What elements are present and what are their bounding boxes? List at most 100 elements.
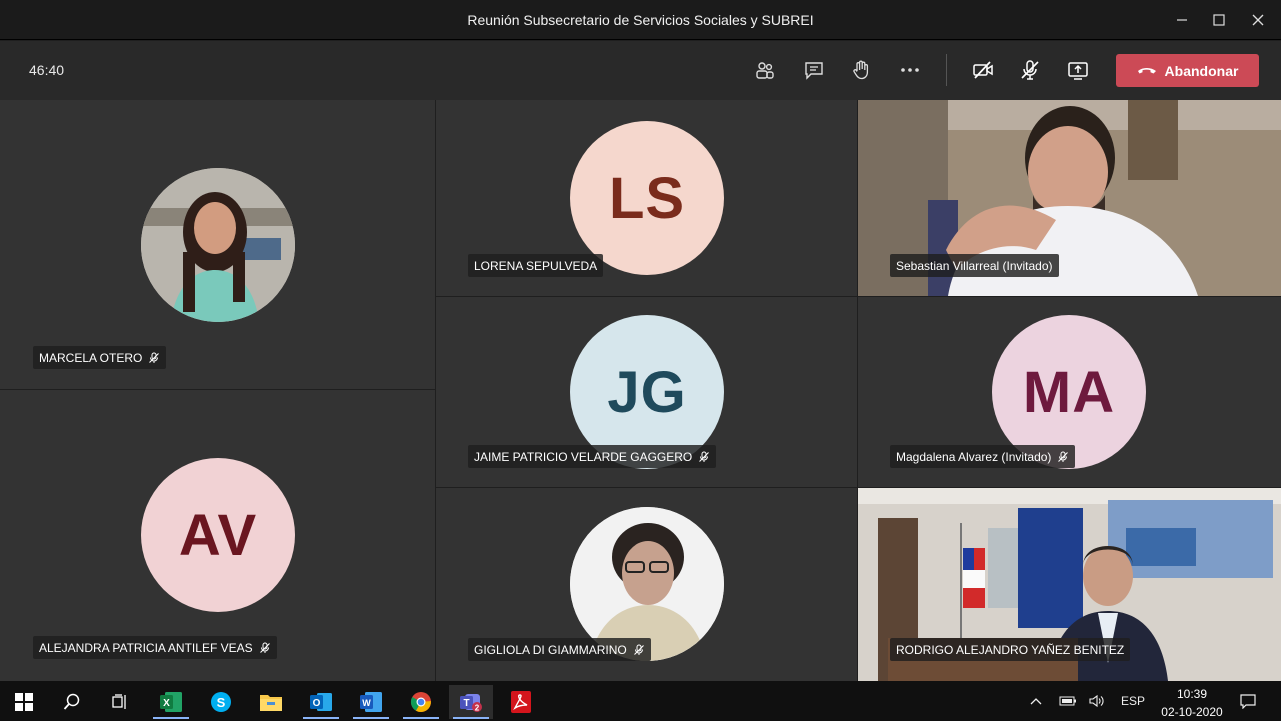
participant-nametag: Sebastian Villarreal (Invitado) [890, 254, 1059, 277]
chat-button[interactable] [798, 54, 830, 86]
participant-nametag: Magdalena Alvarez (Invitado) [890, 445, 1076, 468]
svg-text:S: S [217, 695, 226, 710]
battery-icon [1059, 696, 1076, 706]
taskbar-skype[interactable]: S [199, 685, 243, 719]
svg-text:X: X [163, 698, 170, 709]
participant-nametag: MARCELA OTERO [33, 346, 167, 369]
participant-tile[interactable]: GIGLIOLA DI GIAMMARINO [436, 488, 857, 681]
toolbar-divider [946, 54, 947, 86]
participant-name: GIGLIOLA DI GIAMMARINO [474, 642, 627, 657]
video-stage: MARCELA OTERO LS LORENA SEPULVEDA Sebast… [0, 100, 1281, 681]
system-clock[interactable]: 10:39 02-10-2020 [1160, 685, 1224, 721]
search-icon [63, 693, 80, 710]
action-center-icon [1240, 694, 1256, 709]
participant-tile[interactable]: LS LORENA SEPULVEDA [436, 100, 857, 296]
task-view-icon [112, 694, 126, 709]
more-icon [901, 68, 919, 72]
title-bar: Reunión Subsecretario de Servicios Socia… [0, 0, 1281, 40]
taskbar-file-explorer[interactable] [249, 685, 293, 719]
camera-off-icon [973, 61, 993, 79]
folder-icon [260, 695, 282, 711]
more-actions-button[interactable] [894, 54, 926, 86]
participant-video-tile[interactable]: RODRIGO ALEJANDRO YAÑEZ BENITEZ [858, 488, 1281, 681]
initials-avatar: AV [141, 458, 295, 612]
start-button[interactable] [2, 685, 46, 719]
taskbar-word[interactable]: W [349, 685, 393, 719]
taskbar-chrome[interactable] [399, 685, 443, 719]
taskbar-outlook[interactable]: O [299, 685, 343, 719]
participant-name: RODRIGO ALEJANDRO YAÑEZ BENITEZ [896, 642, 1125, 657]
word-icon: W [360, 692, 382, 712]
language-indicator[interactable]: ESP [1116, 681, 1150, 721]
camera-toggle-button[interactable] [967, 54, 999, 86]
share-tray-icon [1068, 62, 1088, 80]
participant-nametag: JAIME PATRICIO VELARDE GAGGERO [468, 445, 717, 468]
participant-name: LORENA SEPULVEDA [474, 258, 598, 273]
svg-text:T: T [463, 698, 469, 709]
show-hidden-icons-button[interactable] [1025, 681, 1047, 721]
muted-mic-icon [633, 644, 644, 655]
mic-off-icon [1021, 60, 1039, 80]
chat-icon [805, 62, 823, 80]
participant-name: Magdalena Alvarez (Invitado) [896, 449, 1052, 464]
minimize-icon [1177, 19, 1187, 21]
outlook-icon: O [310, 693, 332, 711]
maximize-icon [1213, 14, 1225, 26]
muted-mic-icon [259, 642, 270, 653]
participants-icon [756, 62, 774, 79]
battery-status[interactable] [1057, 681, 1079, 721]
mic-toggle-button[interactable] [1014, 54, 1046, 86]
svg-text:O: O [313, 698, 321, 709]
teams-icon: T2 [460, 694, 482, 713]
participant-tile[interactable]: JG JAIME PATRICIO VELARDE GAGGERO [436, 297, 857, 487]
person-silhouette [141, 168, 295, 322]
participant-name: Sebastian Villarreal (Invitado) [896, 258, 1053, 273]
notifications-button[interactable] [1234, 681, 1262, 721]
chevron-up-icon [1030, 698, 1042, 705]
participant-tile[interactable]: MA Magdalena Alvarez (Invitado) [858, 297, 1281, 487]
participant-tile[interactable]: MARCELA OTERO [0, 100, 435, 389]
clock-time: 10:39 [1176, 687, 1208, 701]
taskbar-excel[interactable]: X [149, 685, 193, 719]
task-view-button[interactable] [98, 685, 142, 719]
meeting-control-bar: 46:40 Abandonar [0, 41, 1281, 100]
taskbar-teams[interactable]: T2 [449, 685, 493, 719]
teams-notification-badge: 2 [475, 704, 480, 713]
share-screen-button[interactable] [1062, 54, 1094, 86]
raise-hand-button[interactable] [845, 54, 877, 86]
close-button[interactable] [1244, 6, 1272, 34]
participant-name: JAIME PATRICIO VELARDE GAGGERO [474, 449, 693, 464]
excel-icon: X [160, 692, 182, 712]
windows-taskbar: X S O W T2 ESP 10:39 02-10-2020 [0, 681, 1281, 721]
close-icon [1252, 14, 1264, 26]
profile-photo [141, 168, 295, 322]
clock-date: 02-10-2020 [1161, 705, 1223, 719]
svg-text:W: W [362, 698, 371, 708]
participant-name: MARCELA OTERO [39, 350, 143, 365]
muted-mic-icon [1058, 451, 1069, 462]
minimize-button[interactable] [1168, 6, 1196, 34]
participant-name: ALEJANDRA PATRICIA ANTILEF VEAS [39, 640, 253, 655]
participants-button[interactable] [749, 54, 781, 86]
acrobat-icon [511, 691, 531, 713]
windows-logo-icon [15, 693, 33, 711]
meeting-timer: 46:40 [29, 62, 65, 78]
skype-icon: S [211, 692, 231, 712]
volume-button[interactable] [1086, 681, 1108, 721]
leave-label: Abandonar [1164, 62, 1239, 79]
participant-video-tile[interactable]: Sebastian Villarreal (Invitado) [858, 100, 1281, 296]
participant-nametag: ALEJANDRA PATRICIA ANTILEF VEAS [33, 636, 277, 659]
chrome-icon [410, 692, 431, 713]
participant-nametag: GIGLIOLA DI GIAMMARINO [468, 638, 651, 661]
initials-avatar: LS [570, 121, 724, 275]
muted-mic-icon [699, 451, 710, 462]
participant-nametag: LORENA SEPULVEDA [468, 254, 604, 277]
window-title: Reunión Subsecretario de Servicios Socia… [467, 12, 814, 28]
maximize-button[interactable] [1205, 6, 1233, 34]
search-button[interactable] [50, 685, 94, 719]
taskbar-acrobat[interactable] [499, 685, 543, 719]
raise-hand-icon [853, 60, 869, 80]
muted-mic-icon [149, 352, 160, 363]
leave-meeting-button[interactable]: Abandonar [1116, 54, 1259, 87]
participant-tile[interactable]: AV ALEJANDRA PATRICIA ANTILEF VEAS [0, 390, 435, 681]
